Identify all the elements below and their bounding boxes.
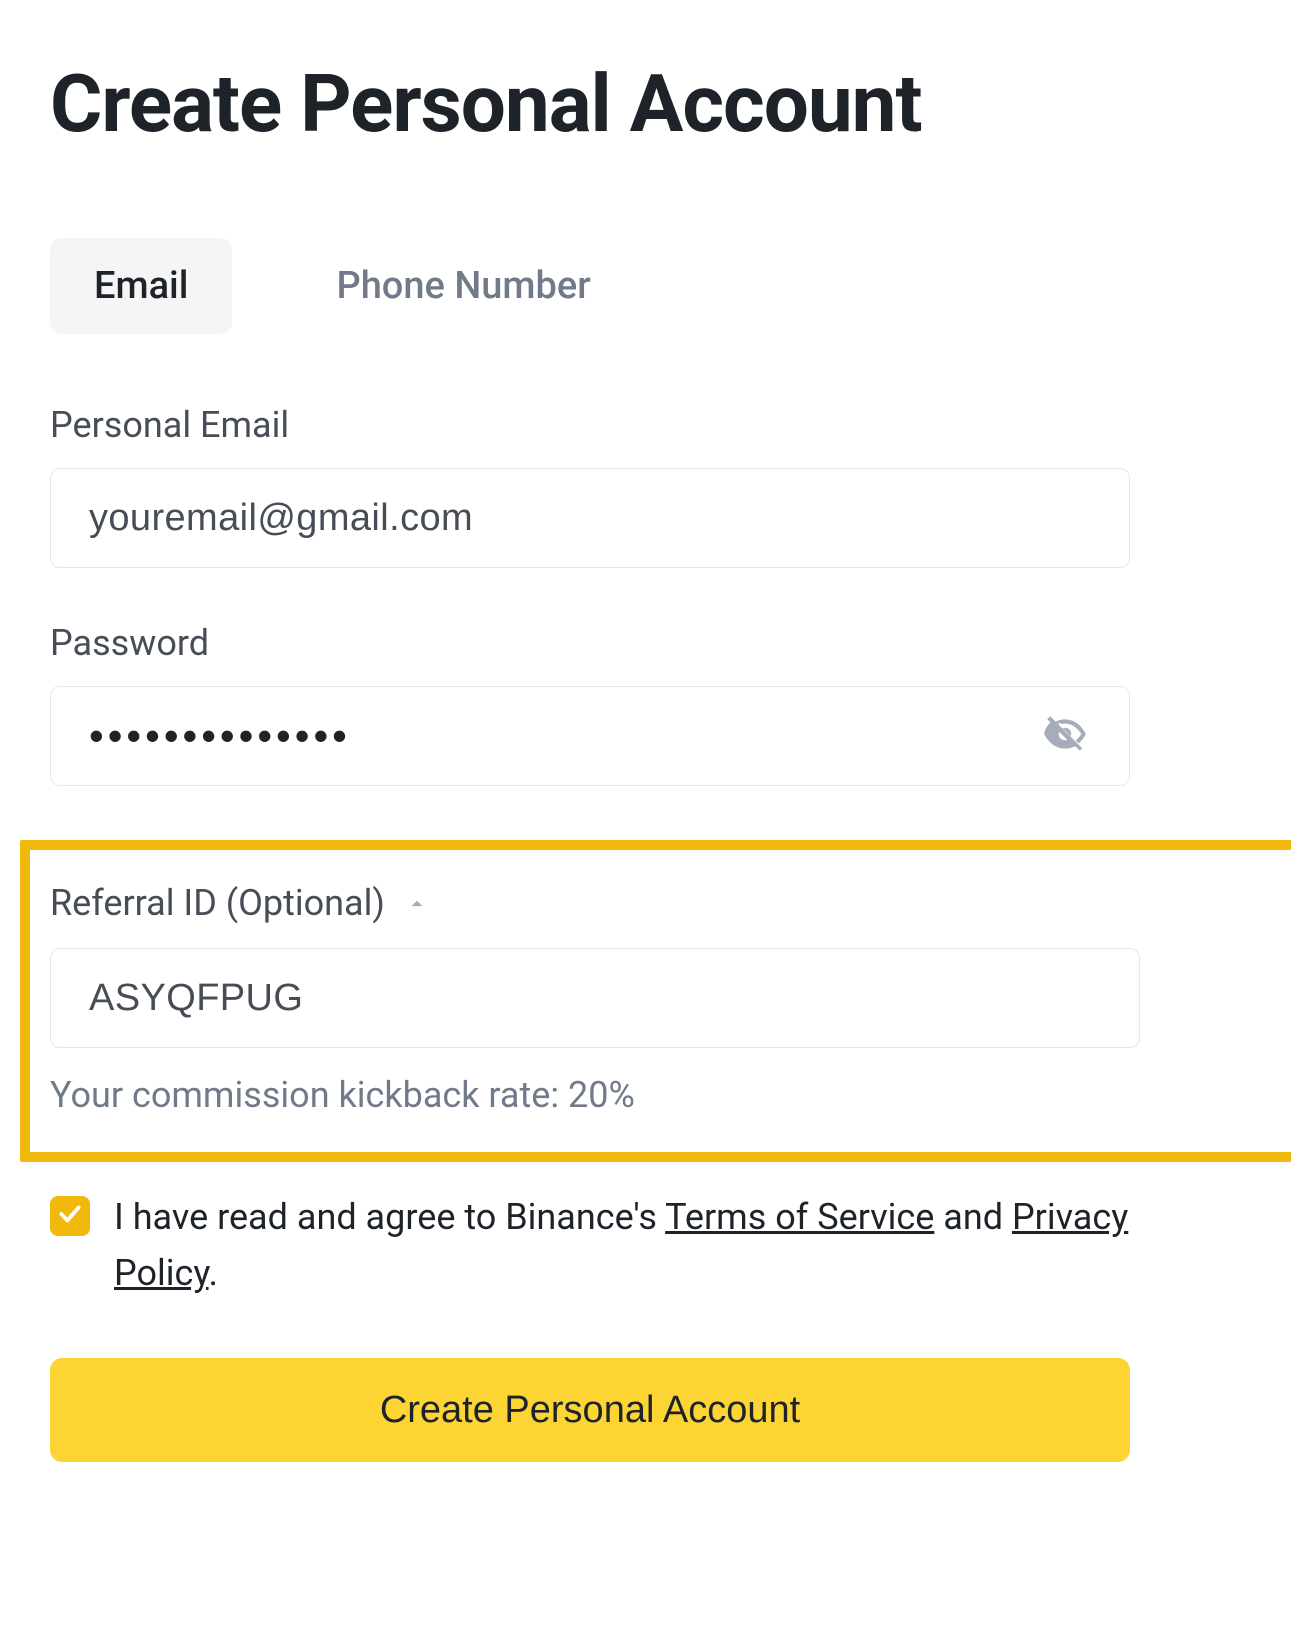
agree-checkbox[interactable] [50,1196,90,1236]
tab-email[interactable]: Email [50,238,232,334]
agree-mid: and [934,1196,1012,1238]
password-label: Password [50,622,1130,664]
toggle-password-visibility[interactable] [1037,708,1093,764]
password-input-wrap [50,686,1130,786]
referral-input[interactable] [87,976,1103,1021]
referral-label[interactable]: Referral ID (Optional) [50,882,1140,926]
eye-off-icon [1040,709,1090,763]
check-icon [57,1201,83,1231]
referral-label-text: Referral ID (Optional) [50,882,385,924]
email-input-wrap [50,468,1130,568]
page-title: Create Personal Account [50,60,1241,148]
agree-prefix: I have read and agree to Binance's [114,1196,665,1238]
password-input[interactable] [87,711,1037,761]
auth-method-tabs: Email Phone Number [50,238,1130,334]
caret-up-icon [404,884,430,926]
terms-link[interactable]: Terms of Service [665,1196,934,1238]
referral-input-wrap [50,948,1140,1048]
create-account-button[interactable]: Create Personal Account [50,1358,1130,1462]
referral-highlight: Referral ID (Optional) Your commission k… [20,840,1291,1162]
tab-phone[interactable]: Phone Number [292,238,634,334]
email-input[interactable] [87,496,1093,541]
agree-suffix: . [209,1252,219,1294]
agree-text: I have read and agree to Binance's Terms… [114,1190,1130,1302]
kickback-rate: Your commission kickback rate: 20% [50,1074,1140,1116]
agree-row: I have read and agree to Binance's Terms… [50,1190,1130,1302]
email-label: Personal Email [50,404,1130,446]
